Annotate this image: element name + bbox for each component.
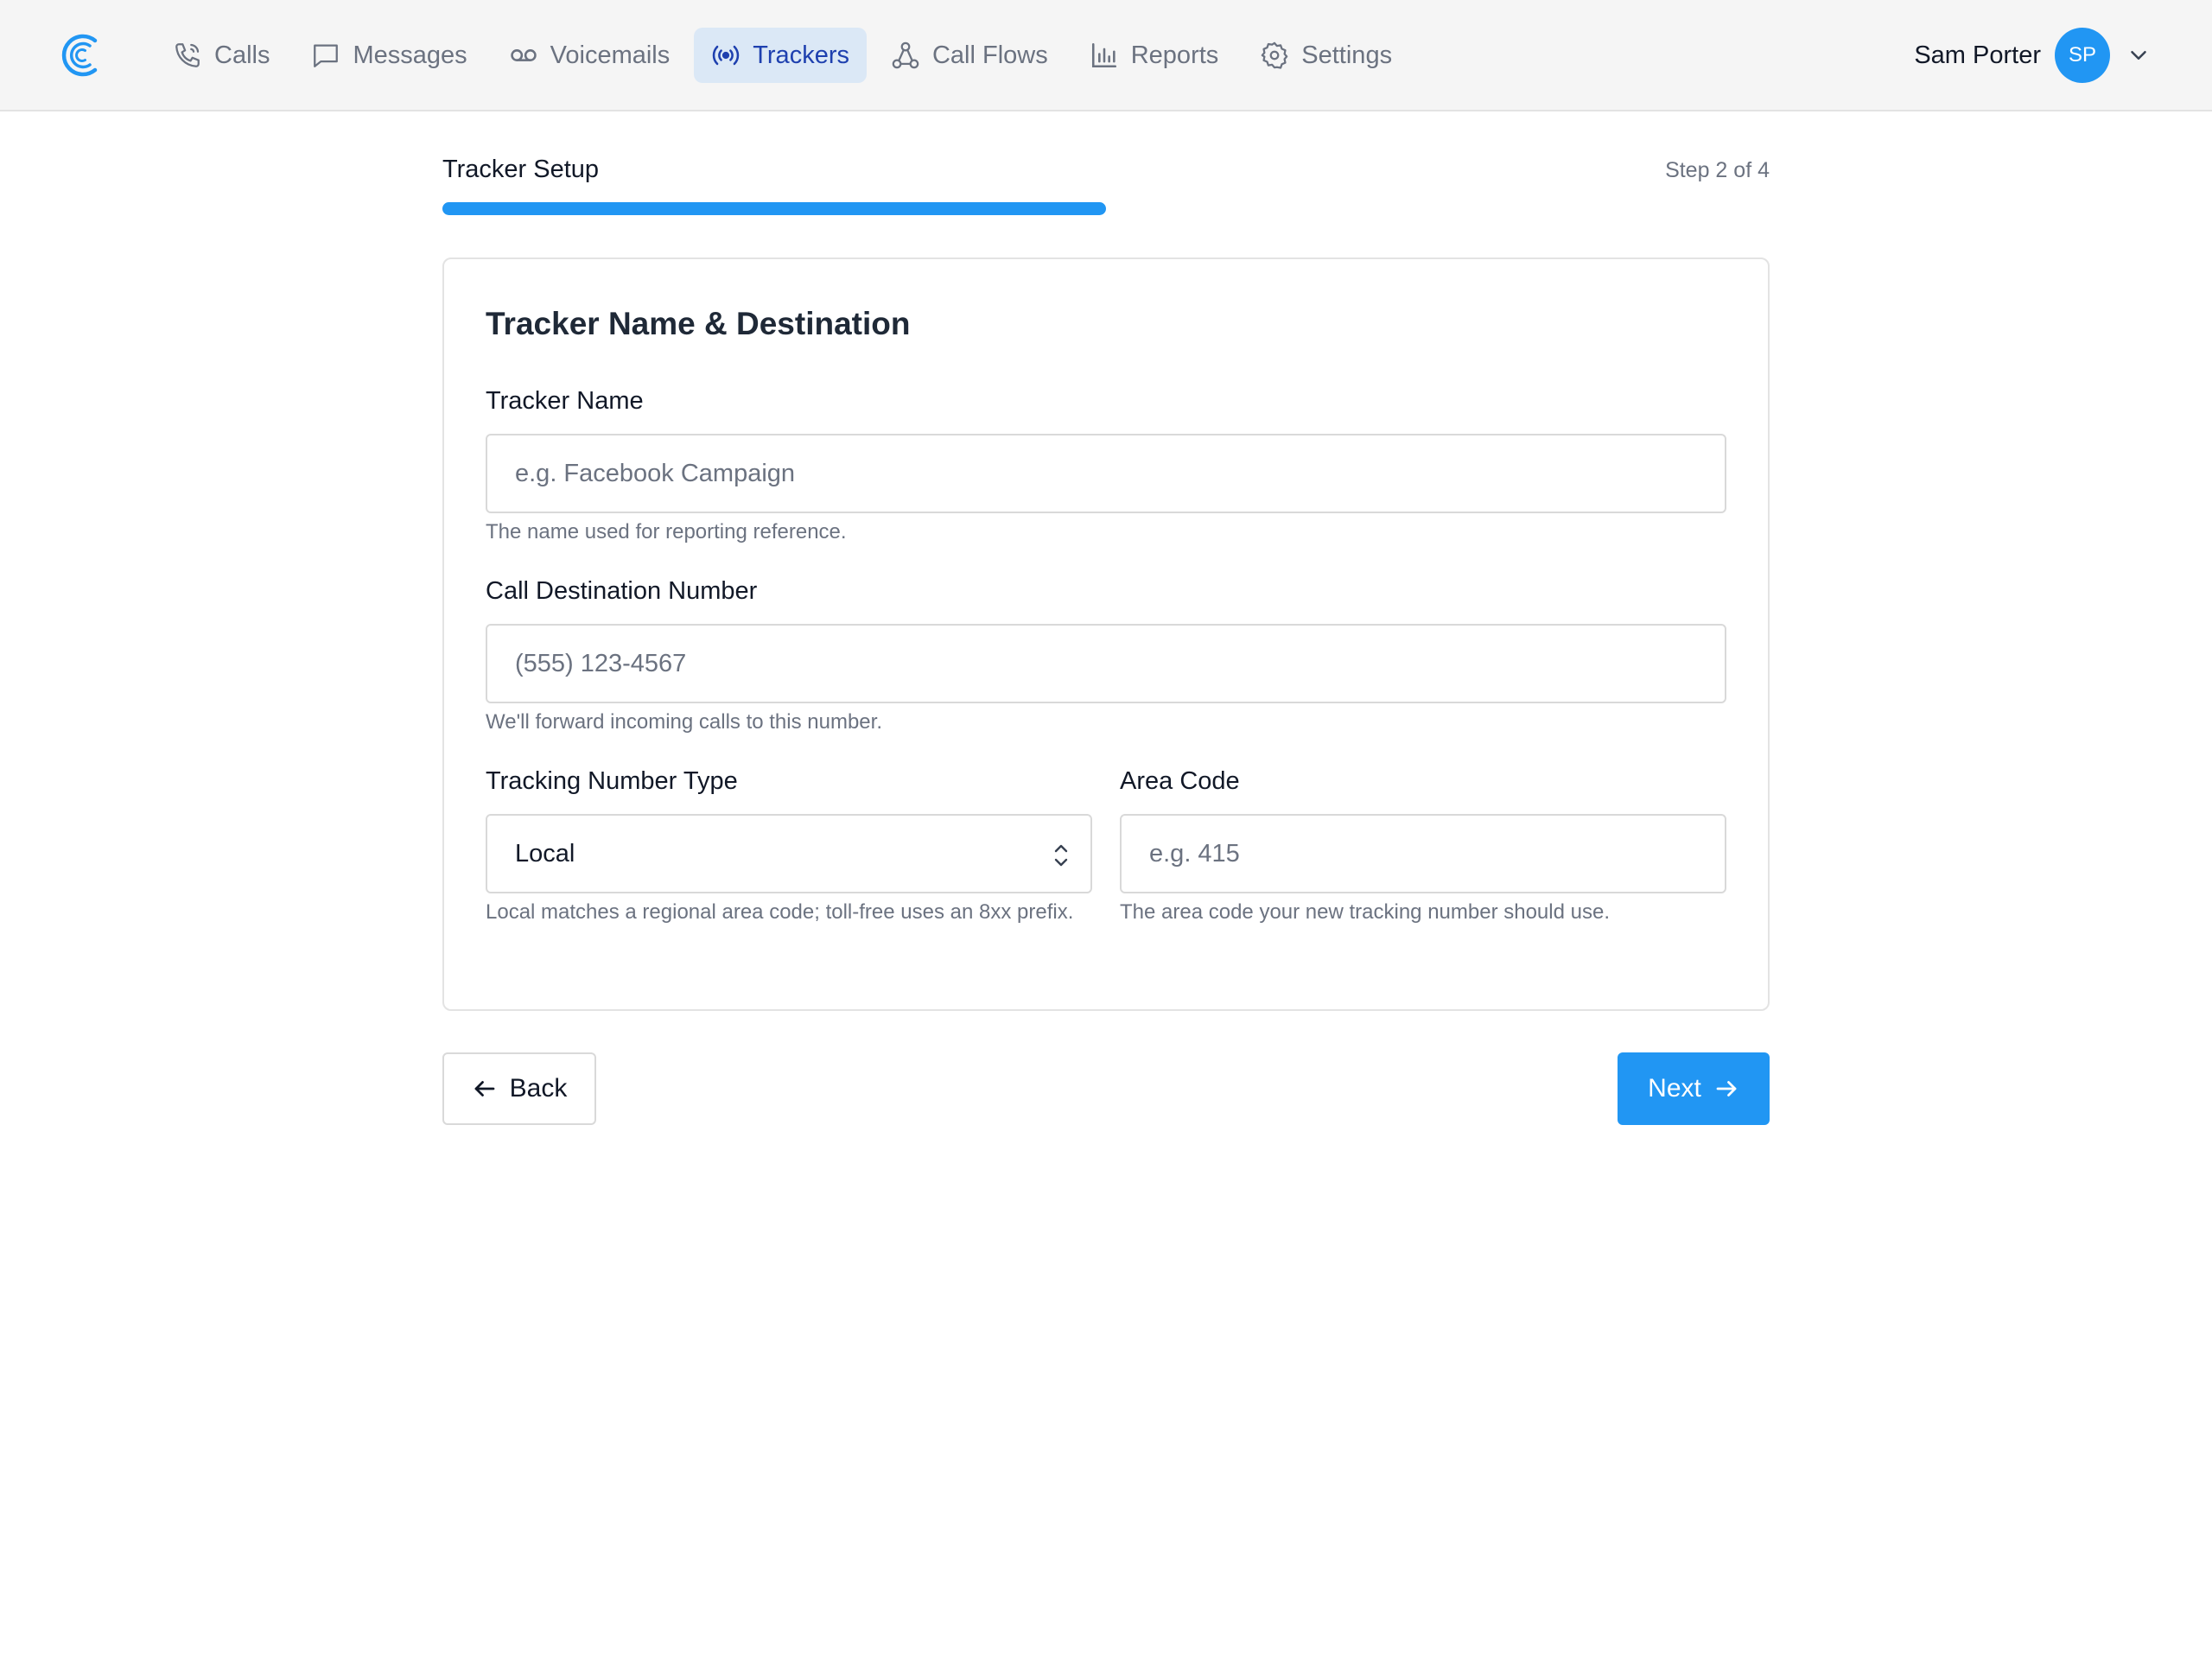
- progress-bar-fill: [442, 202, 1106, 215]
- app-logo-icon[interactable]: [60, 33, 102, 78]
- select-arrows-icon: [1054, 844, 1068, 867]
- next-button-label: Next: [1648, 1074, 1701, 1103]
- destination-help: We'll forward incoming calls to this num…: [486, 710, 882, 734]
- nav-item-voicemails[interactable]: Voicemails: [492, 28, 688, 83]
- back-button-label: Back: [509, 1074, 568, 1103]
- nav-item-label: Trackers: [753, 41, 849, 69]
- broadcast-icon: [713, 45, 740, 66]
- chevron-down-icon[interactable]: [2126, 42, 2152, 68]
- area-code-help: The area code your new tracking number s…: [1120, 900, 1610, 924]
- nav-item-label: Messages: [353, 41, 467, 69]
- tracker-name-label: Tracker Name: [486, 387, 644, 415]
- destination-label: Call Destination Number: [486, 577, 758, 605]
- nav-item-trackers[interactable]: Trackers: [694, 28, 867, 83]
- voicemail-icon: [510, 49, 537, 61]
- number-type-selected-value: Local: [515, 839, 575, 868]
- step-indicator: Step 2 of 4: [1665, 158, 1770, 182]
- arrow-right-icon: [1716, 1081, 1737, 1096]
- nav-item-calls[interactable]: Calls: [156, 28, 287, 83]
- number-type-label: Tracking Number Type: [486, 767, 738, 795]
- phone-icon: [175, 43, 200, 67]
- nav-item-label: Voicemails: [550, 41, 671, 69]
- user-menu[interactable]: Sam Porter SP: [1914, 28, 2152, 83]
- number-type-select[interactable]: Local: [486, 814, 1092, 893]
- number-type-help: Local matches a regional area code; toll…: [486, 900, 1074, 924]
- destination-number-input[interactable]: [486, 624, 1726, 703]
- back-button[interactable]: Back: [442, 1052, 596, 1125]
- nav-item-label: Reports: [1130, 41, 1219, 69]
- card-title: Tracker Name & Destination: [486, 306, 911, 341]
- area-code-label: Area Code: [1120, 767, 1240, 795]
- gear-icon: [1261, 41, 1288, 69]
- avatar[interactable]: SP: [2055, 28, 2110, 83]
- wizard-title: Tracker Setup: [442, 156, 600, 183]
- next-button[interactable]: Next: [1618, 1052, 1770, 1125]
- nav-item-label: Calls: [214, 41, 270, 69]
- nav-item-reports[interactable]: Reports: [1072, 28, 1236, 83]
- nav-item-call-flows[interactable]: Call Flows: [874, 28, 1065, 83]
- flow-icon: [892, 41, 919, 69]
- arrow-left-icon: [474, 1081, 495, 1096]
- message-icon: [314, 44, 339, 67]
- top-navbar: Calls Messages Voicemails Trackers Call …: [0, 0, 2212, 111]
- nav-item-messages[interactable]: Messages: [294, 28, 484, 83]
- main-nav: Calls Messages Voicemails Trackers Call …: [156, 28, 1416, 83]
- tracker-name-input[interactable]: [486, 434, 1726, 513]
- form-card: Tracker Name & Destination Tracker Name …: [442, 257, 1770, 1011]
- nav-item-settings[interactable]: Settings: [1243, 28, 1409, 83]
- progress-bar: [442, 202, 1770, 215]
- tracker-name-help: The name used for reporting reference.: [486, 520, 847, 543]
- nav-item-label: Call Flows: [931, 41, 1048, 69]
- area-code-input[interactable]: [1120, 814, 1726, 893]
- nav-item-label: Settings: [1301, 41, 1393, 69]
- user-name: Sam Porter: [1914, 41, 2041, 69]
- bar-chart-icon: [1091, 42, 1116, 68]
